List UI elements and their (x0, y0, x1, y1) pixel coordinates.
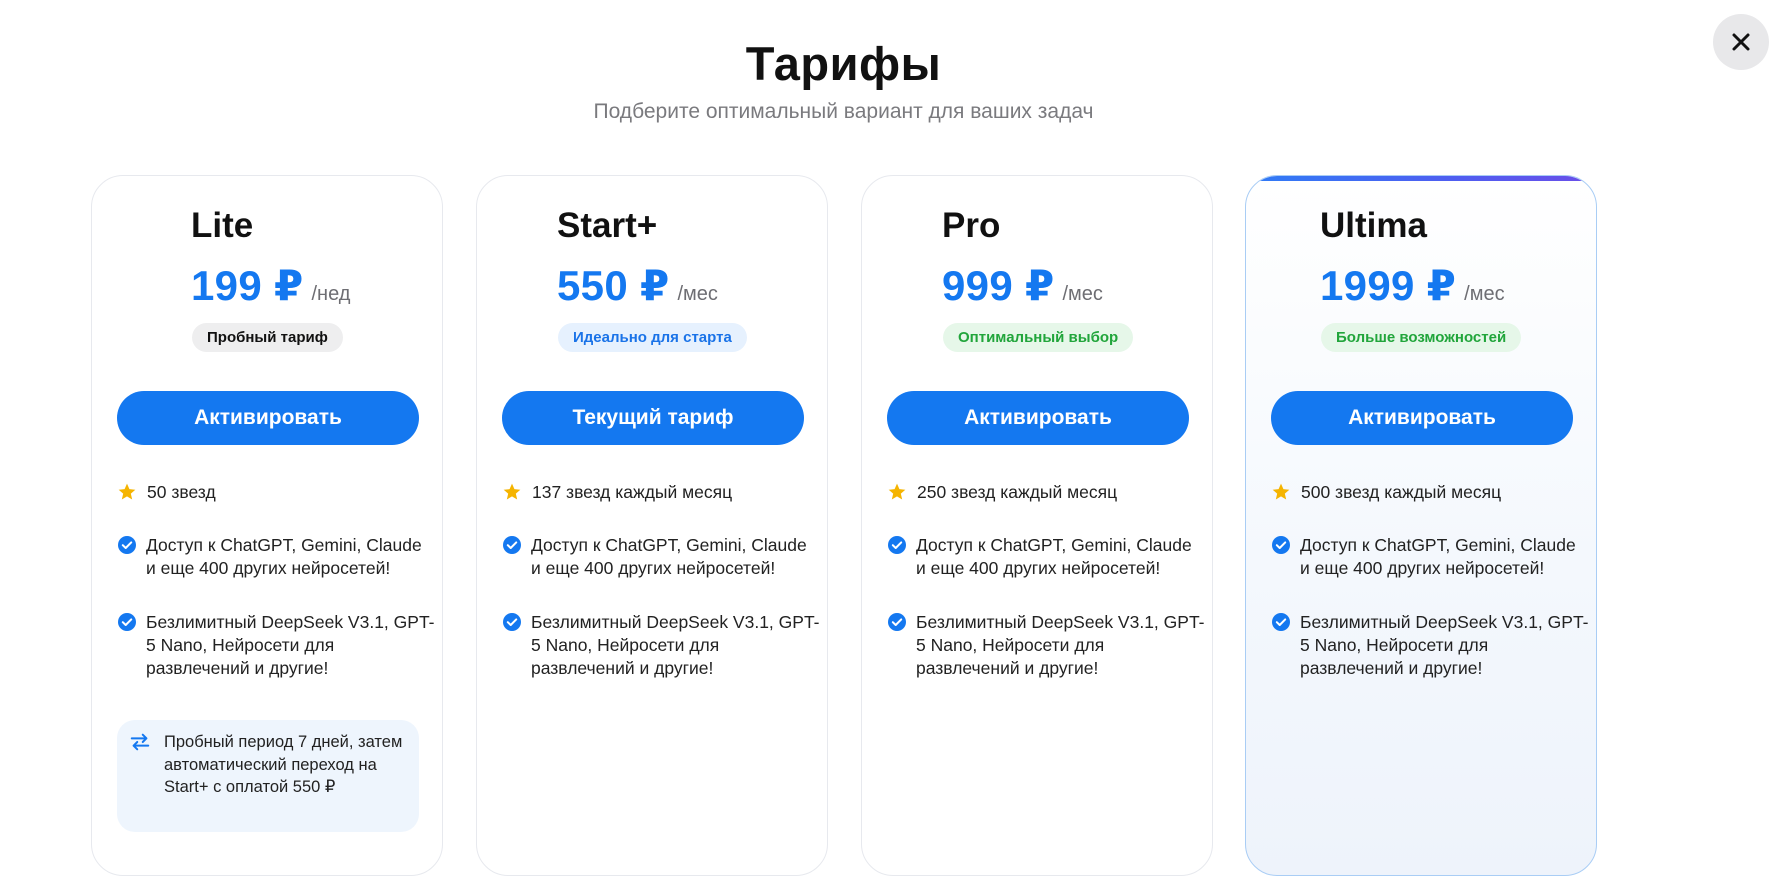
plan-card-start-plus: Start+ 550 ₽ /мес Идеально для старта Те… (476, 175, 828, 876)
price-row: 999 ₽ /мес (942, 261, 1103, 310)
price-row: 1999 ₽ /мес (1320, 261, 1505, 310)
feature-access: Доступ к ChatGPT, Gemini, Claude и еще 4… (117, 534, 436, 580)
feature-stars: 500 звезд каждый месяц (1271, 481, 1591, 504)
close-button[interactable] (1713, 14, 1769, 70)
current-plan-button[interactable]: Текущий тариф (502, 391, 804, 445)
feature-text: Доступ к ChatGPT, Gemini, Claude и еще 4… (1300, 535, 1576, 578)
check-circle-icon (503, 613, 521, 631)
feature-text: Безлимитный DeepSeek V3.1, GPT-5 Nano, Н… (531, 612, 820, 678)
feature-access: Доступ к ChatGPT, Gemini, Claude и еще 4… (1271, 534, 1590, 580)
page-subtitle: Подберите оптимальный вариант для ваших … (593, 100, 1094, 123)
price-row: 550 ₽ /мес (557, 261, 718, 310)
activate-button[interactable]: Активировать (887, 391, 1189, 445)
star-icon (888, 483, 906, 500)
check-circle-icon (118, 613, 136, 631)
star-icon (1272, 483, 1290, 500)
plan-price: 199 ₽ (191, 262, 304, 309)
feature-text: 50 звезд (147, 482, 216, 502)
feature-text: 500 звезд каждый месяц (1301, 482, 1502, 502)
plan-name: Pro (942, 206, 1001, 245)
plan-name: Ultima (1320, 206, 1427, 245)
feature-text: 250 звезд каждый месяц (917, 482, 1118, 502)
feature-access: Доступ к ChatGPT, Gemini, Claude и еще 4… (887, 534, 1206, 580)
feature-unlimited: Безлимитный DeepSeek V3.1, GPT-5 Nano, Н… (887, 611, 1206, 680)
check-circle-icon (888, 536, 906, 554)
trial-note: Пробный период 7 дней, затем автоматичес… (117, 720, 419, 832)
feature-text: Доступ к ChatGPT, Gemini, Claude и еще 4… (146, 535, 422, 578)
feature-text: Доступ к ChatGPT, Gemini, Claude и еще 4… (531, 535, 807, 578)
feature-unlimited: Безлимитный DeepSeek V3.1, GPT-5 Nano, Н… (117, 611, 436, 680)
star-icon (503, 483, 521, 500)
check-circle-icon (1272, 536, 1290, 554)
feature-text: 137 звезд каждый месяц (532, 482, 733, 502)
plan-card-lite: Lite 199 ₽ /нед Пробный тариф Активирова… (91, 175, 443, 876)
plan-badge: Идеально для старта (558, 323, 747, 352)
feature-text: Безлимитный DeepSeek V3.1, GPT-5 Nano, Н… (146, 612, 435, 678)
plan-badge: Пробный тариф (192, 323, 343, 352)
feature-text: Доступ к ChatGPT, Gemini, Claude и еще 4… (916, 535, 1192, 578)
feature-access: Доступ к ChatGPT, Gemini, Claude и еще 4… (502, 534, 821, 580)
feature-unlimited: Безлимитный DeepSeek V3.1, GPT-5 Nano, Н… (502, 611, 821, 680)
feature-text: Безлимитный DeepSeek V3.1, GPT-5 Nano, Н… (916, 612, 1205, 678)
plan-period: /мес (1464, 283, 1505, 305)
plan-period: /мес (677, 283, 718, 305)
plan-badge: Оптимальный выбор (943, 323, 1134, 352)
check-circle-icon (503, 536, 521, 554)
check-circle-icon (1272, 613, 1290, 631)
activate-button[interactable]: Активировать (117, 391, 419, 445)
featured-accent-bar (1246, 176, 1596, 181)
plan-period: /нед (311, 283, 351, 305)
plan-name: Start+ (557, 206, 658, 245)
plan-badge: Больше возможностей (1321, 323, 1522, 352)
feature-stars: 137 звезд каждый месяц (502, 481, 822, 504)
trial-note-text: Пробный период 7 дней, затем автоматичес… (164, 733, 403, 796)
close-icon (1732, 33, 1750, 51)
plan-name: Lite (191, 206, 254, 245)
feature-stars: 50 звезд (117, 481, 437, 504)
page-title: Тарифы (745, 37, 942, 90)
check-circle-icon (118, 536, 136, 554)
feature-stars: 250 звезд каждый месяц (887, 481, 1207, 504)
feature-text: Безлимитный DeepSeek V3.1, GPT-5 Nano, Н… (1300, 612, 1589, 678)
price-row: 199 ₽ /нед (191, 261, 350, 310)
plan-price: 999 ₽ (942, 262, 1055, 309)
swap-arrows-icon (130, 733, 150, 751)
star-icon (118, 483, 136, 500)
check-circle-icon (888, 613, 906, 631)
plan-price: 1999 ₽ (1320, 262, 1457, 309)
feature-unlimited: Безлимитный DeepSeek V3.1, GPT-5 Nano, Н… (1271, 611, 1590, 680)
plan-price: 550 ₽ (557, 262, 670, 309)
plan-card-ultima: Ultima 1999 ₽ /мес Больше возможностей А… (1245, 175, 1597, 876)
plan-card-pro: Pro 999 ₽ /мес Оптимальный выбор Активир… (861, 175, 1213, 876)
pricing-modal: Тарифы Подберите оптимальный вариант для… (0, 0, 1782, 886)
activate-button[interactable]: Активировать (1271, 391, 1573, 445)
plan-period: /мес (1062, 283, 1103, 305)
